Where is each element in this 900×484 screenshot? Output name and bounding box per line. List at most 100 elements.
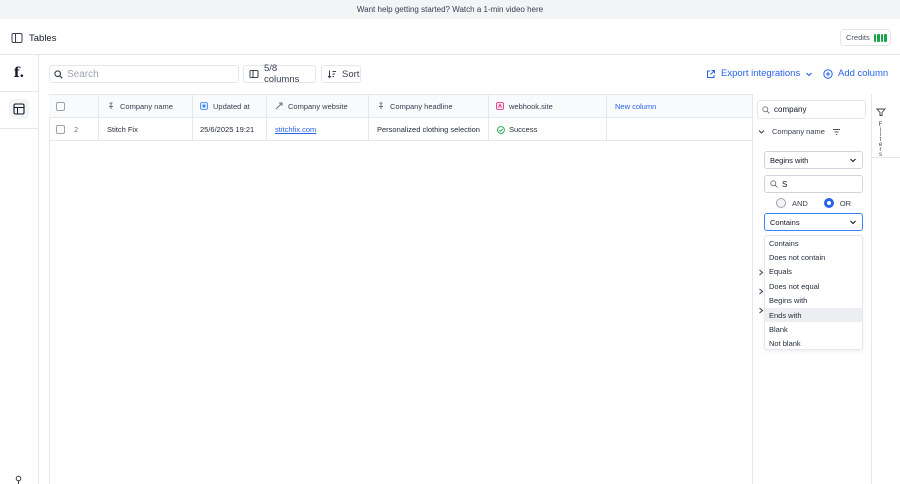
column-header-webhook[interactable]: webhook.site: [496, 95, 604, 117]
sort-icon: [327, 69, 337, 79]
add-column-label: Add column: [838, 68, 889, 79]
search-icon: [54, 69, 63, 79]
option-begins-with[interactable]: Begins with: [765, 294, 862, 308]
sort-button[interactable]: Sort: [321, 65, 361, 83]
condition-select-1-value: Begins with: [770, 155, 809, 165]
chevron-down-icon: [849, 218, 857, 226]
strip-divider: [871, 157, 900, 158]
column-divider: [98, 94, 99, 141]
condition-select-1[interactable]: Begins with: [764, 151, 863, 169]
filter-value-input[interactable]: [782, 179, 852, 189]
and-label: AND: [792, 198, 808, 208]
cell-text: Stitch Fix: [107, 125, 138, 134]
row-checkbox[interactable]: [56, 125, 65, 134]
pin-icon: [377, 102, 385, 110]
cell-company-website[interactable]: stitchfix.com: [275, 118, 365, 141]
app-logo[interactable]: f.: [10, 64, 28, 82]
sidebar-toggle-icon[interactable]: [11, 32, 23, 44]
page-title: Tables: [29, 33, 57, 44]
cell-webhook[interactable]: Success: [497, 118, 603, 141]
or-label: OR: [839, 198, 852, 208]
option-not-blank[interactable]: Not blank: [765, 337, 862, 351]
chevron-down-icon: [849, 156, 857, 164]
filter-value-field[interactable]: [764, 175, 863, 193]
filter-group-label: Company name: [772, 127, 825, 136]
integration-icon: [200, 102, 208, 110]
data-table: [49, 94, 752, 484]
column-header-label: webhook.site: [509, 101, 553, 111]
condition-options-menu: Contains Does not contain Equals Does no…: [764, 235, 863, 350]
filter-group-company-name[interactable]: Company name: [758, 127, 841, 136]
help-icon[interactable]: [14, 475, 23, 484]
tables-nav-icon[interactable]: [9, 99, 29, 119]
filter-active-icon: [832, 128, 841, 136]
rail-divider: [0, 91, 39, 92]
and-radio[interactable]: [776, 198, 786, 208]
column-header-company-headline[interactable]: Company headline: [377, 95, 485, 117]
add-column-button[interactable]: Add column: [823, 68, 888, 79]
chevron-right-icon[interactable]: [758, 269, 764, 276]
columns-icon: [249, 69, 259, 79]
select-all-checkbox[interactable]: [56, 101, 65, 111]
help-banner[interactable]: Want help getting started? Watch a 1-min…: [0, 0, 900, 19]
webhook-icon: [496, 102, 504, 110]
column-divider: [192, 94, 193, 141]
left-rail: [0, 55, 39, 484]
page-header: [0, 19, 900, 55]
option-equals[interactable]: Equals: [765, 265, 862, 279]
column-header-company-website[interactable]: Company website: [275, 95, 365, 117]
column-header-updated-at[interactable]: Updated at: [200, 95, 264, 117]
credits-label: Credits: [846, 33, 870, 42]
option-ends-with[interactable]: Ends with: [765, 308, 862, 322]
option-does-not-equal[interactable]: Does not equal: [765, 279, 862, 293]
filters-tab-text: Filters: [877, 122, 884, 157]
chevron-down-icon: [758, 128, 765, 135]
chevron-right-icon[interactable]: [758, 288, 764, 295]
cell-text: 25/6/2025 19:21: [200, 125, 255, 134]
columns-button-label: 5/8 columns: [264, 63, 300, 85]
export-integrations-button[interactable]: Export integrations: [706, 68, 813, 79]
condition-select-2[interactable]: Contains: [764, 213, 863, 231]
export-integrations-label: Export integrations: [721, 68, 801, 79]
new-column-label[interactable]: New column: [615, 102, 656, 111]
sort-button-label: Sort: [342, 68, 360, 80]
column-divider: [606, 94, 607, 141]
column-header-company-name[interactable]: Company name: [107, 95, 191, 117]
option-contains[interactable]: Contains: [765, 236, 862, 250]
select-all-cell[interactable]: [56, 95, 96, 117]
search-box[interactable]: [49, 65, 239, 83]
column-divider: [368, 94, 369, 141]
new-column-header[interactable]: New column: [615, 95, 715, 117]
filters-tab-label[interactable]: Filters: [875, 122, 885, 158]
or-radio[interactable]: [823, 198, 834, 208]
columns-button[interactable]: 5/8 columns: [243, 63, 316, 85]
cell-company-name[interactable]: Stitch Fix: [107, 118, 191, 141]
logic-operator-group: AND OR: [776, 198, 851, 208]
filter-search-input[interactable]: [774, 105, 859, 114]
row-index: 2: [74, 125, 79, 134]
search-icon: [762, 105, 770, 114]
row-select-cell[interactable]: 2: [56, 118, 96, 141]
filter-column-search[interactable]: [757, 100, 866, 119]
cell-text: Personalized clothing selection: [377, 125, 480, 134]
chevron-right-icon[interactable]: [758, 307, 764, 314]
website-link[interactable]: stitchfix.com: [275, 125, 316, 134]
credits-badge[interactable]: Credits: [840, 29, 891, 46]
cell-company-headline[interactable]: Personalized clothing selection: [377, 118, 487, 141]
option-blank[interactable]: Blank: [765, 322, 862, 336]
status-text: Success: [509, 125, 538, 134]
pin-icon: [107, 102, 115, 110]
chevron-down-icon: [805, 70, 813, 78]
filter-icon[interactable]: [876, 107, 886, 117]
credits-meter-icon: [873, 33, 887, 42]
export-icon: [706, 69, 716, 79]
column-divider: [266, 94, 267, 141]
cell-updated-at[interactable]: 25/6/2025 19:21: [200, 118, 264, 141]
condition-select-2-value: Contains: [770, 217, 800, 227]
link-icon: [275, 102, 283, 110]
search-input[interactable]: [67, 68, 227, 80]
help-banner-text[interactable]: Want help getting started? Watch a 1-min…: [357, 5, 543, 14]
column-header-label: Company headline: [390, 101, 453, 111]
option-does-not-contain[interactable]: Does not contain: [765, 250, 862, 264]
search-icon: [770, 180, 778, 188]
